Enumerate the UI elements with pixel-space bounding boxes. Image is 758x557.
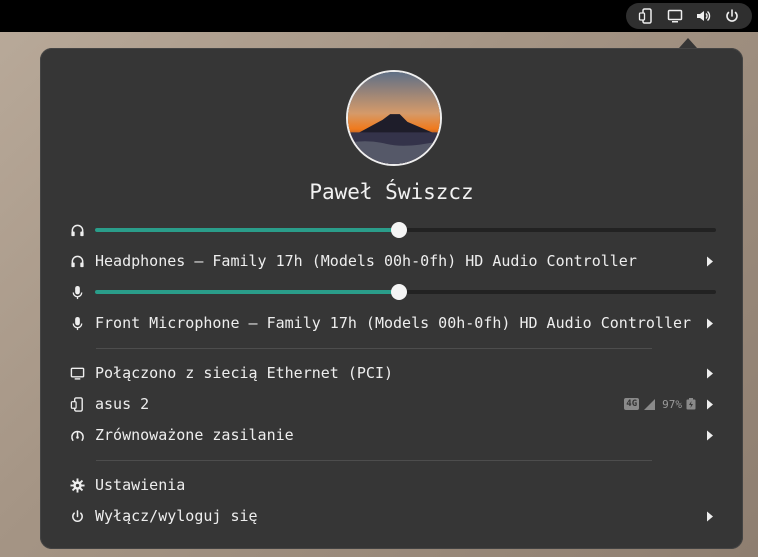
ethernet-display-icon xyxy=(68,364,86,382)
avatar xyxy=(346,70,442,166)
input-device-label: Front Microphone – Family 17h (Models 00… xyxy=(95,314,692,332)
network-type-badge: 4G xyxy=(624,398,640,410)
power-mode-label: Zrównoważone zasilanie xyxy=(95,426,294,444)
separator xyxy=(96,460,652,461)
signal-icon xyxy=(644,398,656,410)
power-mode-gauge-icon xyxy=(68,426,86,444)
microphone-icon xyxy=(68,314,86,332)
network-row[interactable]: Połączono z siecią Ethernet (PCI) xyxy=(68,360,716,386)
output-device-row[interactable]: Headphones – Family 17h (Models 00h-0fh)… xyxy=(68,248,716,274)
device-status: 4G 97% xyxy=(624,398,696,411)
input-device-row[interactable]: Front Microphone – Family 17h (Models 00… xyxy=(68,310,716,336)
top-bar xyxy=(0,0,758,32)
output-device-label: Headphones – Family 17h (Models 00h-0fh)… xyxy=(95,252,637,270)
input-volume-track[interactable] xyxy=(95,284,716,300)
input-volume-handle[interactable] xyxy=(391,284,408,300)
microphone-icon xyxy=(68,283,86,301)
output-volume-fill xyxy=(95,228,400,232)
headphones-icon xyxy=(68,221,86,239)
menu-pointer xyxy=(679,38,697,48)
display-icon xyxy=(666,7,684,25)
settings-row[interactable]: Ustawienia xyxy=(68,472,716,498)
headphones-icon xyxy=(68,252,86,270)
output-volume-handle[interactable] xyxy=(391,222,408,238)
system-tray[interactable] xyxy=(626,3,752,29)
power-icon xyxy=(68,507,86,525)
power-icon xyxy=(723,7,741,25)
chevron-right-icon xyxy=(704,428,716,442)
gear-icon xyxy=(68,476,86,494)
speaker-icon xyxy=(694,7,712,25)
chevron-right-icon xyxy=(704,366,716,380)
chevron-right-icon xyxy=(704,316,716,330)
system-menu: Paweł Świszcz Headphones – Family 17h (M… xyxy=(40,48,743,549)
battery-icon xyxy=(686,398,696,410)
phone-icon xyxy=(637,7,655,25)
output-volume-slider[interactable] xyxy=(68,217,716,243)
chevron-right-icon xyxy=(704,397,716,411)
shutdown-label: Wyłącz/wyloguj się xyxy=(95,507,258,525)
chevron-right-icon xyxy=(704,509,716,523)
network-label: Połączono z siecią Ethernet (PCI) xyxy=(95,364,394,382)
device-label: asus 2 xyxy=(95,395,150,413)
output-volume-track[interactable] xyxy=(95,222,716,238)
user-name[interactable]: Paweł Świszcz xyxy=(40,180,743,204)
phone-icon xyxy=(68,395,86,413)
separator xyxy=(96,348,652,349)
power-mode-row[interactable]: Zrównoważone zasilanie xyxy=(68,422,716,448)
input-volume-slider[interactable] xyxy=(68,279,716,305)
shutdown-row[interactable]: Wyłącz/wyloguj się xyxy=(68,503,716,529)
battery-percent: 97% xyxy=(662,397,682,411)
chevron-right-icon xyxy=(704,254,716,268)
input-volume-fill xyxy=(95,290,400,294)
device-row[interactable]: asus 2 4G 97% xyxy=(68,391,716,417)
settings-label: Ustawienia xyxy=(95,476,186,494)
